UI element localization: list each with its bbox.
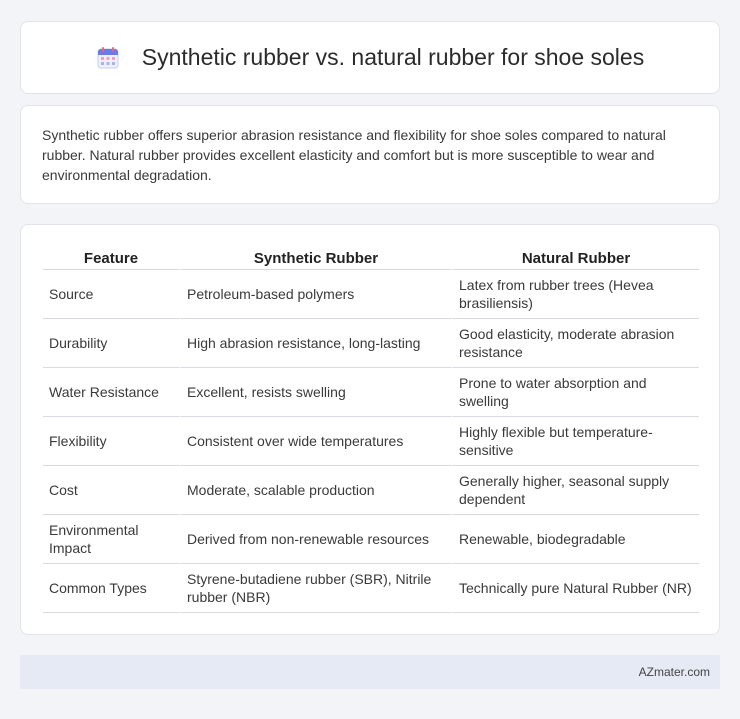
natural-cell: Highly flexible but temperature-sensitiv… bbox=[453, 417, 699, 466]
feature-cell: Flexibility bbox=[43, 417, 181, 466]
table-row: Water Resistance Excellent, resists swel… bbox=[43, 368, 699, 417]
summary-card: Synthetic rubber offers superior abrasio… bbox=[20, 105, 720, 204]
natural-cell: Prone to water absorption and swelling bbox=[453, 368, 699, 417]
natural-cell: Latex from rubber trees (Hevea brasilien… bbox=[453, 270, 699, 319]
feature-cell: Water Resistance bbox=[43, 368, 181, 417]
synthetic-cell: Derived from non-renewable resources bbox=[181, 515, 453, 564]
table-row: Common Types Styrene-butadiene rubber (S… bbox=[43, 564, 699, 613]
feature-cell: Source bbox=[43, 270, 181, 319]
footer-site-label: AZmater.com bbox=[638, 665, 710, 679]
synthetic-cell: Moderate, scalable production bbox=[181, 466, 453, 515]
summary-text: Synthetic rubber offers superior abrasio… bbox=[42, 127, 666, 183]
table-row: Source Petroleum-based polymers Latex fr… bbox=[43, 270, 699, 319]
synthetic-cell: Styrene-butadiene rubber (SBR), Nitrile … bbox=[181, 564, 453, 613]
column-header-feature: Feature bbox=[43, 246, 181, 270]
column-header-natural: Natural Rubber bbox=[453, 246, 699, 270]
calendar-icon bbox=[96, 46, 120, 70]
feature-cell: Durability bbox=[43, 319, 181, 368]
table-header-row: Feature Synthetic Rubber Natural Rubber bbox=[43, 246, 699, 270]
table-row: Durability High abrasion resistance, lon… bbox=[43, 319, 699, 368]
synthetic-cell: Petroleum-based polymers bbox=[181, 270, 453, 319]
feature-cell: Environmental Impact bbox=[43, 515, 181, 564]
footer: AZmater.com bbox=[20, 655, 720, 689]
synthetic-cell: Excellent, resists swelling bbox=[181, 368, 453, 417]
feature-cell: Common Types bbox=[43, 564, 181, 613]
natural-cell: Renewable, biodegradable bbox=[453, 515, 699, 564]
feature-cell: Cost bbox=[43, 466, 181, 515]
page-title: Synthetic rubber vs. natural rubber for … bbox=[141, 44, 645, 70]
comparison-table-card: Feature Synthetic Rubber Natural Rubber … bbox=[20, 224, 720, 635]
column-header-synthetic: Synthetic Rubber bbox=[181, 246, 453, 270]
synthetic-cell: High abrasion resistance, long-lasting bbox=[181, 319, 453, 368]
natural-cell: Good elasticity, moderate abrasion resis… bbox=[453, 319, 699, 368]
table-row: Cost Moderate, scalable production Gener… bbox=[43, 466, 699, 515]
table-row: Environmental Impact Derived from non-re… bbox=[43, 515, 699, 564]
title-card: Synthetic rubber vs. natural rubber for … bbox=[20, 21, 720, 94]
comparison-table: Feature Synthetic Rubber Natural Rubber … bbox=[43, 246, 699, 613]
natural-cell: Technically pure Natural Rubber (NR) bbox=[453, 564, 699, 613]
natural-cell: Generally higher, seasonal supply depend… bbox=[453, 466, 699, 515]
synthetic-cell: Consistent over wide temperatures bbox=[181, 417, 453, 466]
table-row: Flexibility Consistent over wide tempera… bbox=[43, 417, 699, 466]
